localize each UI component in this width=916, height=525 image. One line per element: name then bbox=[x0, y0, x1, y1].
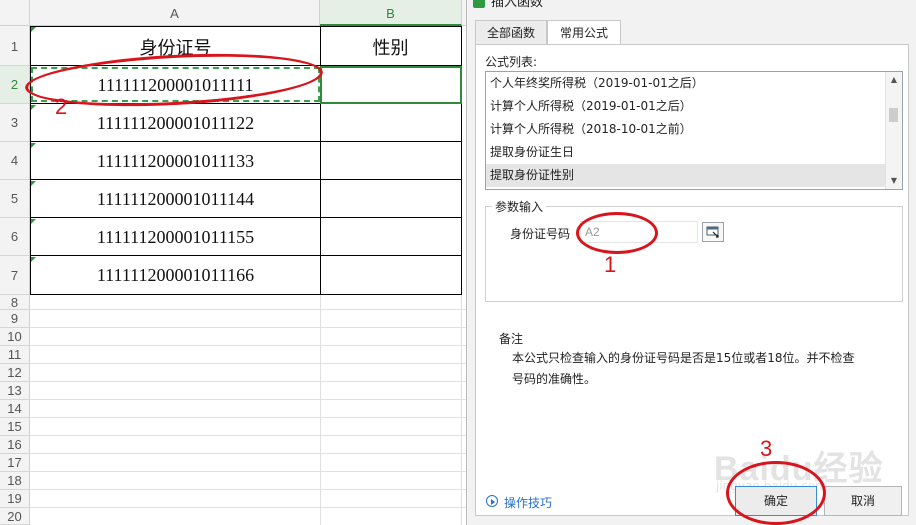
text-indicator-icon bbox=[31, 27, 36, 32]
formula-list[interactable]: 个人年终奖所得税（2019-01-01之后） 计算个人所得税（2019-01-0… bbox=[485, 71, 903, 190]
id-value: 111111200001011133 bbox=[96, 151, 255, 171]
id-value: 111111200001011122 bbox=[96, 113, 255, 133]
gridline bbox=[30, 489, 466, 490]
param-id-input[interactable]: A2 bbox=[580, 221, 698, 243]
text-indicator-icon bbox=[31, 257, 36, 262]
row-header-14[interactable]: 14 bbox=[0, 400, 30, 418]
annotation-number-3: 3 bbox=[760, 436, 773, 461]
gridline bbox=[30, 471, 466, 472]
id-value: 111111200001011144 bbox=[96, 189, 255, 209]
formula-list-item[interactable]: 计算个人所得税（2018-10-01之前） bbox=[486, 118, 886, 141]
annotation-number-1: 1 bbox=[604, 252, 617, 277]
row-header-6[interactable]: 6 bbox=[0, 218, 30, 256]
scroll-down-icon[interactable]: ▼ bbox=[886, 173, 902, 189]
cell-a7[interactable]: 111111200001011166 bbox=[30, 256, 321, 295]
row-header-11[interactable]: 11 bbox=[0, 346, 30, 364]
dialog-title: 插入函数 bbox=[491, 0, 544, 10]
cell-a6[interactable]: 111111200001011155 bbox=[30, 218, 321, 256]
param-group-title: 参数输入 bbox=[492, 198, 547, 215]
gridline bbox=[30, 381, 466, 382]
range-picker-button[interactable] bbox=[702, 222, 724, 242]
insert-function-dialog[interactable]: 插入函数 全部函数 常用公式 公式列表: 个人年终奖所得税（2019-01-01… bbox=[466, 0, 916, 525]
tips-link-label: 操作技巧 bbox=[504, 496, 553, 510]
gridline bbox=[30, 327, 466, 328]
note-text: 本公式只检查输入的身份证号码是否是15位或者18位。并不检查号码的准确性。 bbox=[512, 351, 855, 386]
id-value: 111111200001011155 bbox=[96, 227, 255, 247]
gridline bbox=[30, 435, 466, 436]
gridline bbox=[30, 363, 466, 364]
play-circle-icon bbox=[486, 495, 498, 507]
text-indicator-icon bbox=[31, 219, 36, 224]
gridline bbox=[461, 295, 462, 525]
row-header-8[interactable]: 8 bbox=[0, 295, 30, 310]
formula-list-scrollbar[interactable]: ▲ ▼ bbox=[885, 72, 902, 189]
row-header-15[interactable]: 15 bbox=[0, 418, 30, 436]
row-header-12[interactable]: 12 bbox=[0, 364, 30, 382]
cell-b4[interactable] bbox=[320, 142, 462, 180]
tab-common-formulas[interactable]: 常用公式 bbox=[547, 20, 621, 45]
gridline bbox=[30, 309, 466, 310]
id-value: 111111200001011111 bbox=[97, 75, 254, 95]
select-all-corner[interactable] bbox=[0, 0, 30, 26]
row-header-18[interactable]: 18 bbox=[0, 472, 30, 490]
cell-a1[interactable]: 身份证号 bbox=[30, 26, 321, 66]
text-indicator-icon bbox=[31, 105, 36, 110]
row-header-1[interactable]: 1 bbox=[0, 26, 30, 66]
column-header-a[interactable]: A bbox=[30, 0, 320, 26]
row-header-3[interactable]: 3 bbox=[0, 104, 30, 142]
row-header-19[interactable]: 19 bbox=[0, 490, 30, 508]
range-picker-icon bbox=[706, 226, 719, 238]
active-cell-outline bbox=[320, 66, 462, 104]
row-header-5[interactable]: 5 bbox=[0, 180, 30, 218]
note-title: 备注 bbox=[499, 332, 524, 346]
app-icon bbox=[473, 0, 485, 8]
gridline bbox=[30, 417, 466, 418]
formula-list-label: 公式列表: bbox=[485, 55, 538, 69]
row-header-7[interactable]: 7 bbox=[0, 256, 30, 295]
column-header-b[interactable]: B bbox=[320, 0, 462, 26]
ok-button[interactable]: 确定 bbox=[735, 486, 817, 516]
row-header-17[interactable]: 17 bbox=[0, 454, 30, 472]
row-header-20[interactable]: 20 bbox=[0, 508, 30, 525]
gridline bbox=[30, 507, 466, 508]
tab-all-functions[interactable]: 全部函数 bbox=[475, 20, 547, 44]
cell-a2[interactable]: 111111200001011111 bbox=[30, 66, 321, 104]
scroll-up-icon[interactable]: ▲ bbox=[886, 72, 902, 88]
text-indicator-icon bbox=[31, 181, 36, 186]
cell-b6[interactable] bbox=[320, 218, 462, 256]
text-indicator-icon bbox=[31, 143, 36, 148]
formula-list-item[interactable]: 计算个人所得税（2019-01-01之后） bbox=[486, 95, 886, 118]
common-formulas-panel: 公式列表: 个人年终奖所得税（2019-01-01之后） 计算个人所得税（201… bbox=[475, 44, 909, 525]
cancel-button[interactable]: 取消 bbox=[824, 486, 902, 516]
header-gender-label: 性别 bbox=[372, 38, 409, 58]
gridline bbox=[30, 453, 466, 454]
tips-link[interactable]: 操作技巧 bbox=[486, 494, 552, 511]
cell-b1[interactable]: 性别 bbox=[320, 26, 462, 66]
cell-b5[interactable] bbox=[320, 180, 462, 218]
gridline bbox=[320, 295, 321, 525]
cell-b3[interactable] bbox=[320, 104, 462, 142]
header-id-label: 身份证号 bbox=[139, 38, 212, 58]
row-header-4[interactable]: 4 bbox=[0, 142, 30, 180]
row-header-2[interactable]: 2 bbox=[0, 66, 30, 104]
row-header-16[interactable]: 16 bbox=[0, 436, 30, 454]
dialog-titlebar[interactable]: 插入函数 bbox=[467, 0, 916, 10]
gridline bbox=[30, 345, 466, 346]
row-header-10[interactable]: 10 bbox=[0, 328, 30, 346]
param-id-label: 身份证号码 bbox=[510, 227, 571, 241]
cell-b7[interactable] bbox=[320, 256, 462, 295]
annotation-number-2: 2 bbox=[55, 94, 68, 119]
scroll-thumb[interactable] bbox=[889, 108, 898, 122]
formula-list-item[interactable]: 个人年终奖所得税（2019-01-01之后） bbox=[486, 72, 886, 95]
id-value: 111111200001011166 bbox=[96, 265, 255, 285]
gridline bbox=[30, 399, 466, 400]
formula-list-item[interactable]: 提取身份证生日 bbox=[486, 141, 886, 164]
cell-a3[interactable]: 111111200001011122 bbox=[30, 104, 321, 142]
cell-a4[interactable]: 111111200001011133 bbox=[30, 142, 321, 180]
cell-a5[interactable]: 111111200001011144 bbox=[30, 180, 321, 218]
row-header-13[interactable]: 13 bbox=[0, 382, 30, 400]
spreadsheet[interactable]: A B 1 2 3 4 5 6 7 8 9 10 11 12 13 14 15 … bbox=[0, 0, 466, 525]
row-header-9[interactable]: 9 bbox=[0, 310, 30, 328]
formula-list-item-selected[interactable]: 提取身份证性别 bbox=[486, 164, 886, 187]
